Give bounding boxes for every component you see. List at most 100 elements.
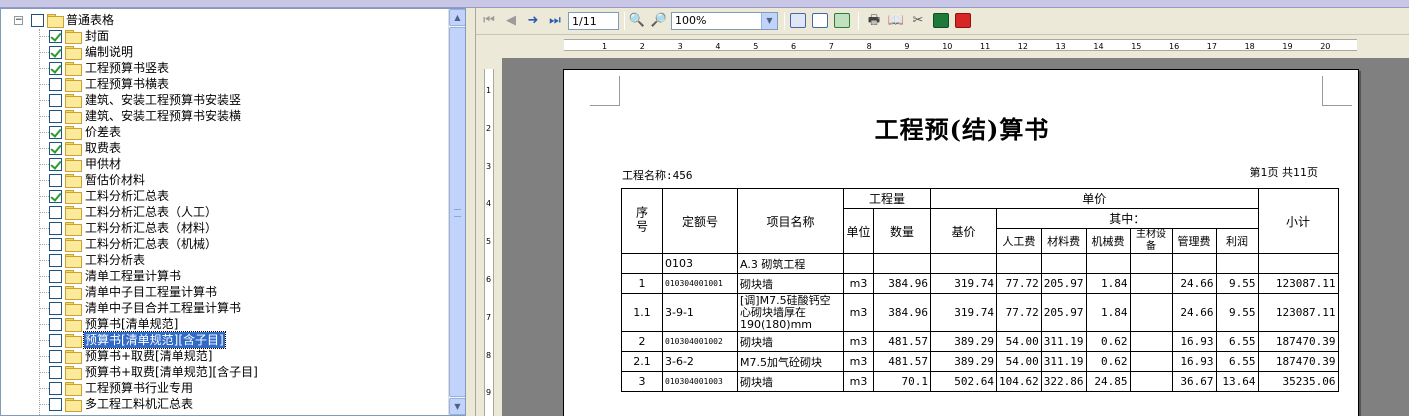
tree-item-checkbox[interactable] [49,398,62,411]
multi-page-icon[interactable] [834,13,850,28]
tree-item[interactable]: 工程预算书行业专用 [1,380,448,396]
zoom-in-icon[interactable]: 🔍 [628,12,646,30]
first-page-icon[interactable]: ⏮ [480,12,498,30]
pdf-export-icon[interactable] [955,13,971,28]
tree-item-checkbox[interactable] [49,366,62,379]
cell-code: 010304001003 [662,371,738,392]
tree-item-checkbox[interactable] [49,78,62,91]
tree-root-label[interactable]: 普通表格 [65,12,115,28]
tree-item-checkbox[interactable] [49,62,62,75]
tree-item-label[interactable]: 工料分析汇总表（人工） [84,204,218,220]
zoom-out-icon[interactable]: 🔎 [650,12,668,30]
tree-item[interactable]: 清单中子目工程量计算书 [1,284,448,300]
tree-item-checkbox[interactable] [49,30,62,43]
tree-item[interactable]: 清单工程量计算书 [1,268,448,284]
tree-item-checkbox[interactable] [49,334,62,347]
tree-item-checkbox[interactable] [49,286,62,299]
tree-item-checkbox[interactable] [49,318,62,331]
tree-item-label[interactable]: 工料分析汇总表（材料） [84,220,218,236]
tree-item[interactable]: 工料分析汇总表（机械） [1,236,448,252]
tree-item-label[interactable]: 清单中子目合并工程量计算书 [84,300,242,316]
tree-root-checkbox[interactable] [31,14,44,27]
tree-item-checkbox[interactable] [49,126,62,139]
tree-item-label[interactable]: 预算书[清单规范][含子目] [83,331,226,349]
tree-item-checkbox[interactable] [49,350,62,363]
page-setup-icon[interactable] [790,13,806,28]
tree-item-checkbox[interactable] [49,238,62,251]
tree-item-label[interactable]: 甲供材 [84,156,122,172]
tree-item[interactable]: 工程预算书竖表 [1,60,448,76]
tree-item-checkbox[interactable] [49,46,62,59]
tree-item[interactable]: 工料分析汇总表 [1,188,448,204]
tree-item[interactable]: 工料分析表 [1,252,448,268]
tree-item-checkbox[interactable] [49,158,62,171]
tree-item-checkbox[interactable] [49,222,62,235]
excel-export-icon[interactable] [933,13,949,28]
tree-item-label[interactable]: 暂估价材料 [84,172,146,188]
tree-item-checkbox[interactable] [49,110,62,123]
tree-item-label[interactable]: 预算书+取费[清单规范] [84,348,213,364]
tree-item-label[interactable]: 价差表 [84,124,122,140]
tree-item-label[interactable]: 工程预算书横表 [84,76,170,92]
tree-item[interactable]: 预算书+取费[清单规范] [1,348,448,364]
tree-item[interactable]: 暂估价材料 [1,172,448,188]
tree-item[interactable]: 清单中子目合并工程量计算书 [1,300,448,316]
tree-item-checkbox[interactable] [49,94,62,107]
book-icon[interactable]: 📖 [887,12,905,30]
tree-item-checkbox[interactable] [49,382,62,395]
tree-item-checkbox[interactable] [49,254,62,267]
tree-item-label[interactable]: 清单中子目工程量计算书 [84,284,218,300]
tree-item-label[interactable]: 多工程工料机汇总表 [84,396,194,412]
tree-item-checkbox[interactable] [49,270,62,283]
next-page-icon[interactable]: ➜ [524,12,542,30]
collapse-toggle-icon[interactable]: − [14,16,23,25]
last-page-icon[interactable]: ⏭ [546,12,564,30]
tree-item-label[interactable]: 预算书+取费[清单规范][含子目] [84,364,259,380]
tree-item-label[interactable]: 封面 [84,28,110,44]
tree-item-checkbox[interactable] [49,174,62,187]
tree-item-label[interactable]: 工料分析汇总表（机械） [84,236,218,252]
previous-page-icon[interactable]: ◀ [502,12,520,30]
tree-item[interactable]: 多工程工料机汇总表 [1,396,448,412]
tree-item-label[interactable]: 建筑、安装工程预算书安装竖 [84,92,242,108]
tree-item-checkbox[interactable] [49,190,62,203]
tree-vertical-scrollbar[interactable]: ▲ ▼ [448,9,465,415]
tools-icon[interactable]: ✂ [909,12,927,30]
tree-item-label[interactable]: 编制说明 [84,44,134,60]
tree-item[interactable]: 价差表 [1,124,448,140]
tree-root-row[interactable]: − 普通表格 [1,12,448,28]
print-icon[interactable]: 🖶 [865,12,883,30]
page-number-input[interactable] [568,12,619,30]
chevron-down-icon[interactable]: ▼ [761,13,777,29]
tree-item-label[interactable]: 建筑、安装工程预算书安装横 [84,108,242,124]
tree-item[interactable]: 编制说明 [1,44,448,60]
panel-splitter[interactable] [466,8,475,416]
tree-item-label[interactable]: 取费表 [84,140,122,156]
tree-item-label[interactable]: 清单工程量计算书 [84,268,182,284]
tree-item[interactable]: 工料分析汇总表（人工） [1,204,448,220]
single-page-icon[interactable] [812,13,828,28]
tree-item[interactable]: 建筑、安装工程预算书安装横 [1,108,448,124]
tree-item-checkbox[interactable] [49,142,62,155]
tree-item[interactable]: 预算书[清单规范][含子目] [1,331,448,349]
tree-item[interactable]: 工料分析汇总表（材料） [1,220,448,236]
toolbar-separator [858,12,859,30]
scrollbar-thumb[interactable] [449,27,465,397]
tree-item[interactable]: 取费表 [1,140,448,156]
tree-item[interactable]: 建筑、安装工程预算书安装竖 [1,92,448,108]
tree-item[interactable]: 甲供材 [1,156,448,172]
tree-item-label[interactable]: 预算书[清单规范] [84,316,179,332]
tree-item-label[interactable]: 工程预算书行业专用 [84,380,194,396]
tree-item-label[interactable]: 工程预算书竖表 [84,60,170,76]
tree-item[interactable]: 预算书+取费[清单规范][含子目] [1,364,448,380]
tree-item-label[interactable]: 工料分析表 [84,252,146,268]
scroll-down-arrow-icon[interactable]: ▼ [449,398,465,415]
zoom-select[interactable]: 100% ▼ [671,12,778,30]
tree-item[interactable]: 工程预算书横表 [1,76,448,92]
tree-item[interactable]: 预算书[清单规范] [1,316,448,332]
scroll-up-arrow-icon[interactable]: ▲ [449,9,465,26]
tree-item-checkbox[interactable] [49,206,62,219]
tree-item[interactable]: 封面 [1,28,448,44]
tree-item-checkbox[interactable] [49,302,62,315]
tree-item-label[interactable]: 工料分析汇总表 [84,188,170,204]
